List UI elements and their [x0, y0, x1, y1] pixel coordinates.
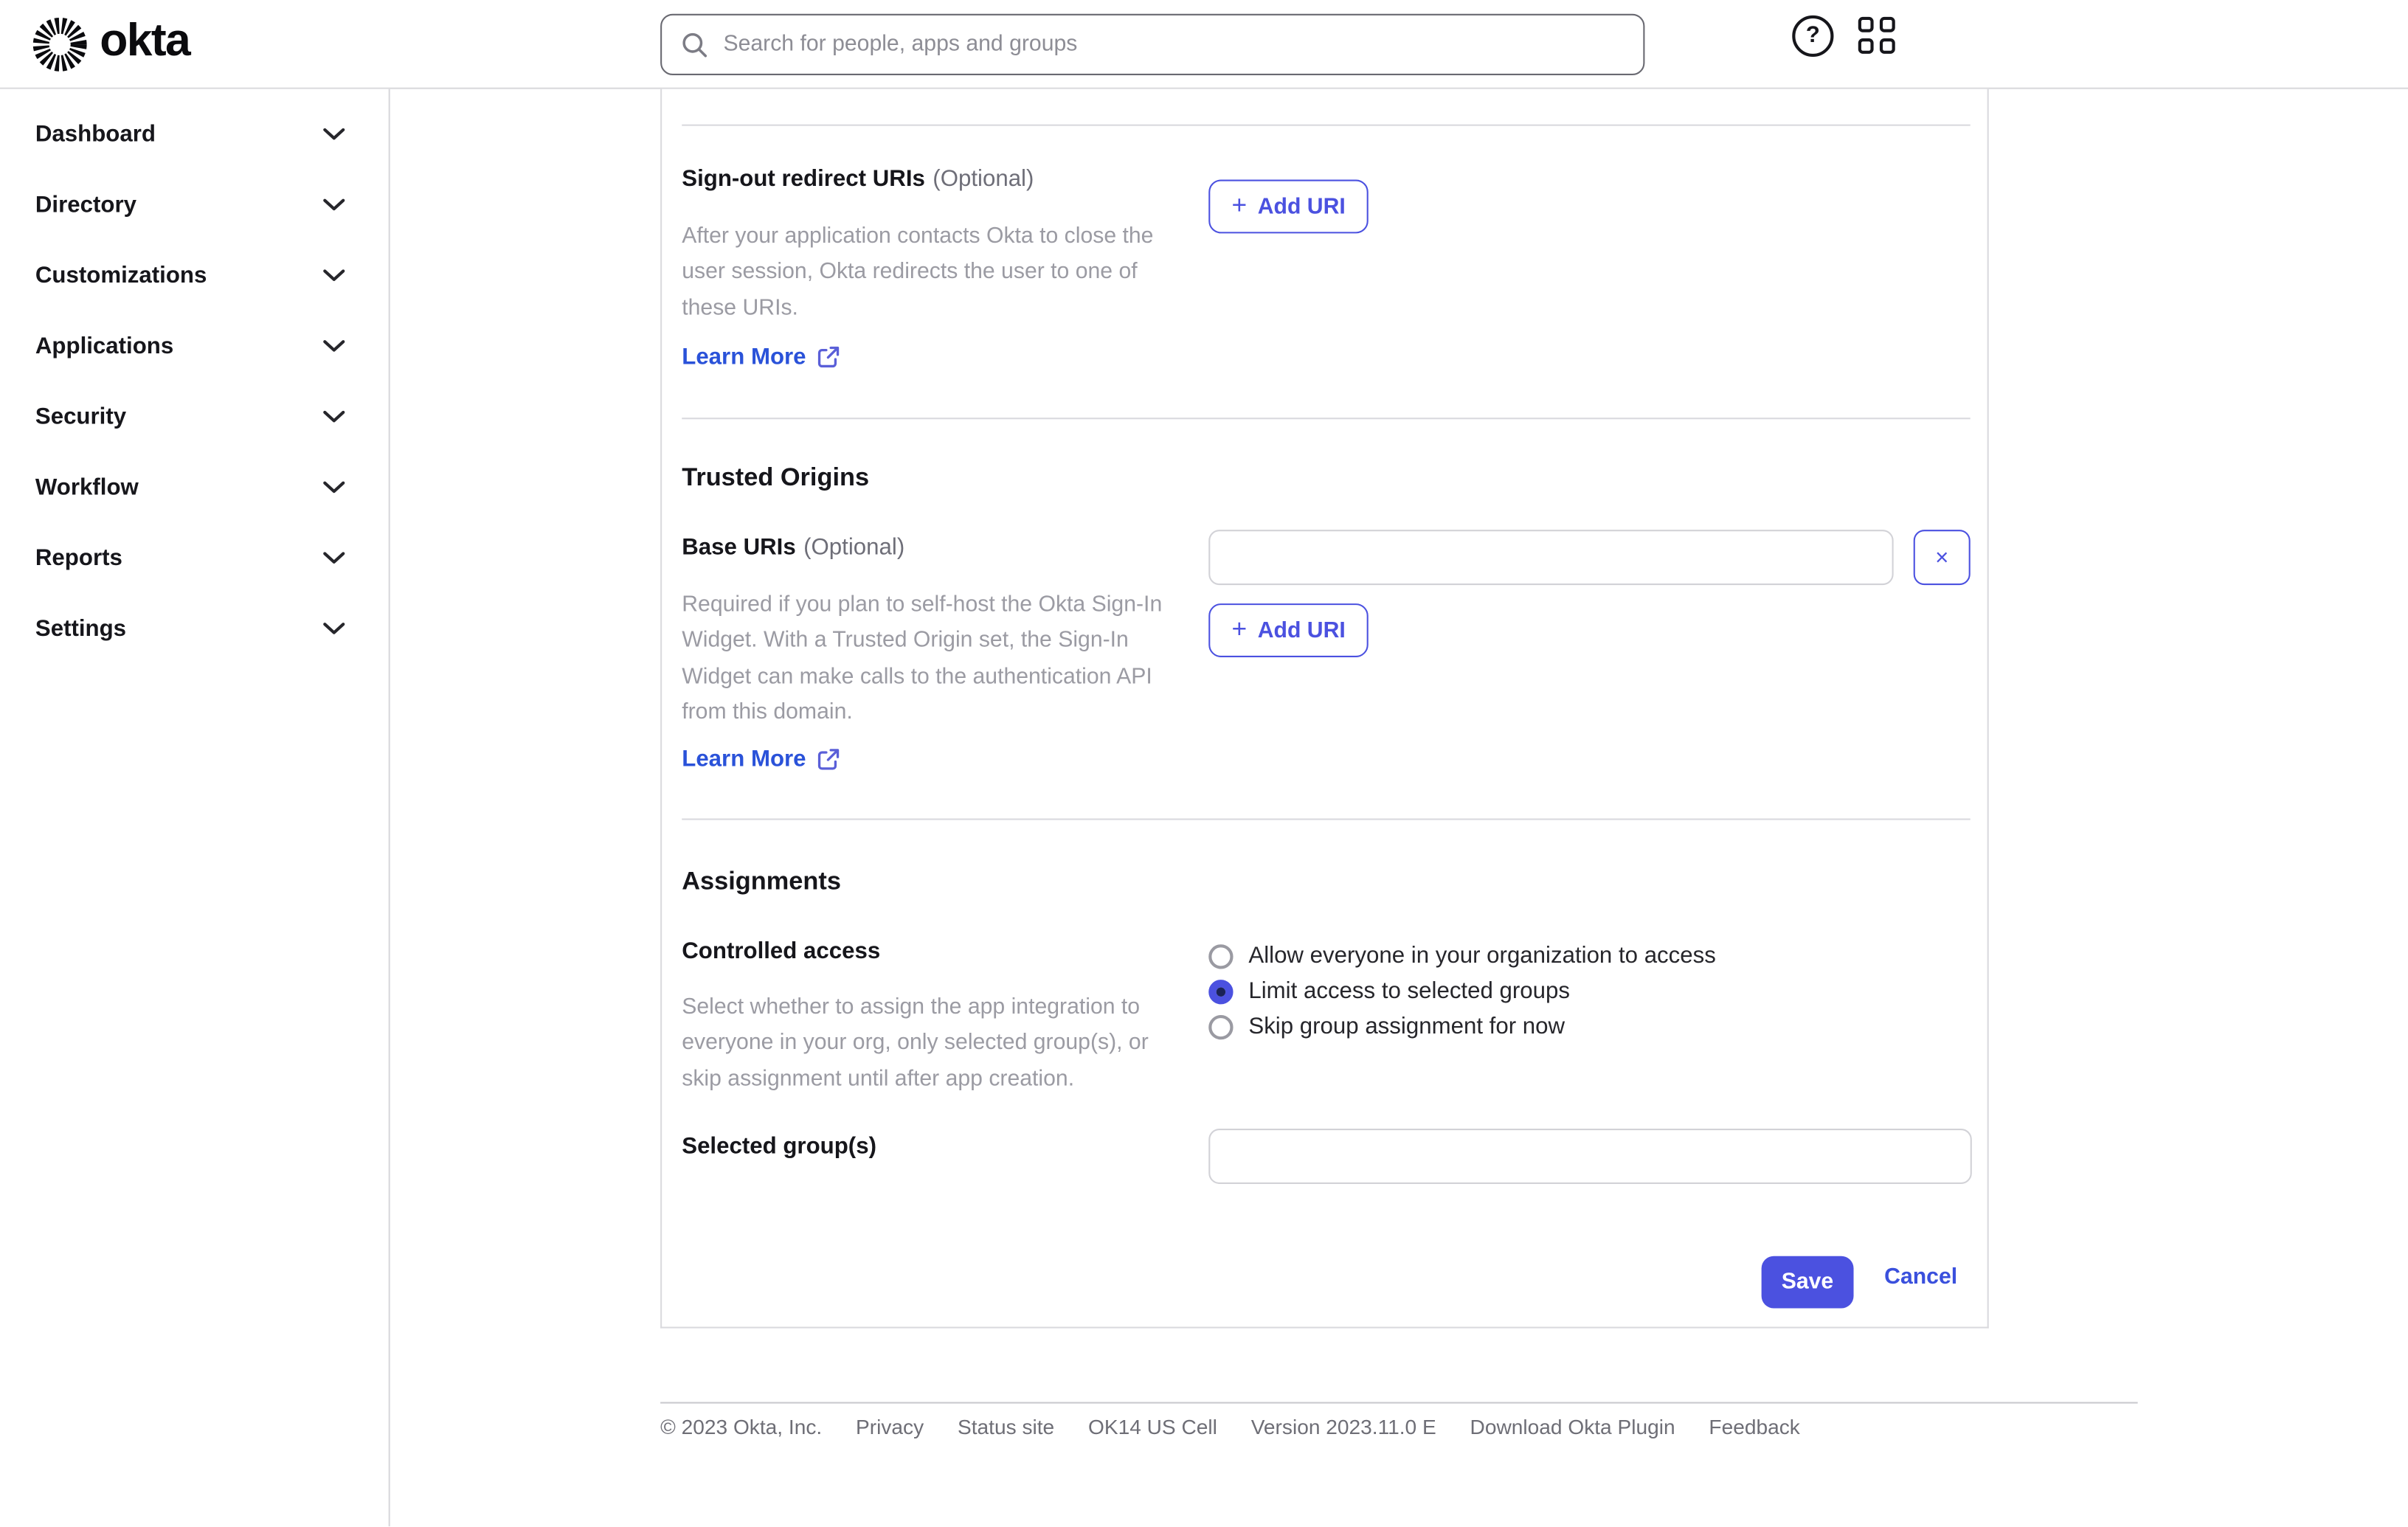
sidebar-item-security[interactable]: Security	[0, 381, 389, 451]
radio-option-allow-everyone[interactable]: Allow everyone in your organization to a…	[1208, 938, 1716, 974]
sidebar-item-label: Reports	[35, 544, 122, 571]
grid-square-icon	[1858, 16, 1874, 32]
copyright-text: © 2023 Okta, Inc.	[660, 1416, 823, 1439]
signout-description: After your application contacts Okta to …	[682, 224, 1154, 321]
radio-label: Allow everyone in your organization to a…	[1248, 943, 1716, 969]
sidebar-nav: Dashboard Directory Customizations Appli…	[0, 89, 390, 1527]
base-uri-input[interactable]	[1208, 530, 1894, 586]
okta-logo[interactable]: okta	[31, 15, 191, 74]
app-settings-panel: Sign-out redirect URIs (Optional) + Add U…	[660, 89, 1989, 1329]
footer-link-status-site[interactable]: Status site	[958, 1416, 1054, 1438]
signout-learn-more-link[interactable]: Learn More	[682, 344, 840, 370]
plus-icon: +	[1231, 190, 1248, 220]
trusted-origins-description: Required if you plan to self-host the Ok…	[682, 592, 1163, 725]
footer-link-feedback[interactable]: Feedback	[1709, 1416, 1799, 1438]
sidebar-item-label: Applications	[35, 332, 174, 359]
external-link-icon	[817, 749, 839, 770]
radio-unselected-icon[interactable]	[1208, 943, 1234, 969]
sidebar-item-directory[interactable]: Directory	[0, 169, 389, 240]
app-switcher-button[interactable]	[1858, 16, 1897, 55]
help-button[interactable]: ?	[1792, 15, 1834, 58]
grid-square-icon	[1858, 38, 1874, 54]
chevron-down-icon	[323, 622, 345, 634]
chevron-down-icon	[323, 480, 345, 493]
grid-square-icon	[1879, 16, 1895, 32]
chevron-down-icon	[323, 269, 345, 280]
okta-sunburst-icon	[32, 17, 87, 72]
save-button[interactable]: Save	[1761, 1256, 1854, 1309]
plus-icon: +	[1231, 614, 1248, 644]
learn-more-text: Learn More	[682, 746, 806, 773]
field-label-text: Sign-out redirect URIs	[682, 165, 925, 193]
radio-label: Skip group assignment for now	[1248, 1013, 1565, 1040]
sidebar-item-workflow[interactable]: Workflow	[0, 451, 389, 522]
radio-option-limit-groups[interactable]: Limit access to selected groups	[1208, 974, 1570, 1009]
search-icon	[682, 32, 707, 57]
add-signout-uri-button[interactable]: + Add URI	[1208, 179, 1369, 234]
footer-link-privacy[interactable]: Privacy	[856, 1416, 924, 1438]
radio-unselected-icon[interactable]	[1208, 1014, 1234, 1039]
footer-divider	[660, 1402, 2138, 1404]
trusted-origins-heading: Trusted Origins	[682, 463, 870, 492]
trusted-origins-learn-more-link[interactable]: Learn More	[682, 747, 840, 772]
base-uris-label: Base URIs (Optional)	[682, 534, 904, 560]
section-divider	[682, 418, 1971, 420]
external-link-icon	[817, 346, 839, 368]
selected-groups-input[interactable]	[1208, 1129, 1972, 1184]
optional-tag: (Optional)	[933, 165, 1034, 193]
radio-selected-icon[interactable]	[1208, 979, 1234, 1004]
footer-cell-text: OK14 US Cell	[1087, 1416, 1217, 1439]
question-mark-icon: ?	[1805, 22, 1820, 49]
field-label-text: Selected group(s)	[682, 1133, 876, 1160]
remove-base-uri-button[interactable]: ×	[1913, 530, 1971, 586]
global-search[interactable]	[660, 13, 1645, 75]
section-divider	[682, 124, 1971, 126]
grid-square-icon	[1879, 38, 1895, 54]
cancel-button[interactable]: Cancel	[1884, 1265, 1957, 1289]
field-label-text: Base URIs	[682, 534, 796, 561]
footer: © 2023 Okta, Inc. Privacy Status site OK…	[660, 1416, 1800, 1438]
okta-wordmark: okta	[100, 15, 190, 66]
sidebar-item-label: Dashboard	[35, 120, 156, 147]
optional-tag: (Optional)	[803, 534, 905, 561]
section-divider	[682, 818, 1971, 820]
sidebar-item-label: Customizations	[35, 261, 207, 288]
chevron-down-icon	[323, 339, 345, 351]
radio-option-skip-assignment[interactable]: Skip group assignment for now	[1208, 1009, 1565, 1045]
signout-redirect-uris-label: Sign-out redirect URIs (Optional)	[682, 166, 1034, 192]
controlled-access-description: Select whether to assign the app integra…	[682, 994, 1149, 1092]
sidebar-item-settings[interactable]: Settings	[0, 593, 389, 664]
selected-groups-label: Selected group(s)	[682, 1133, 876, 1159]
footer-version-text: Version 2023.11.0 E	[1250, 1416, 1436, 1439]
sidebar-item-label: Workflow	[35, 474, 139, 500]
close-icon: ×	[1935, 544, 1949, 571]
assignments-heading: Assignments	[682, 868, 841, 896]
chevron-down-icon	[323, 409, 345, 422]
learn-more-text: Learn More	[682, 344, 806, 370]
sidebar-item-label: Settings	[35, 614, 127, 642]
footer-link-download-plugin[interactable]: Download Okta Plugin	[1470, 1416, 1675, 1438]
sidebar-item-reports[interactable]: Reports	[0, 522, 389, 593]
chevron-down-icon	[323, 198, 345, 210]
add-base-uri-button[interactable]: + Add URI	[1208, 603, 1369, 657]
radio-label: Limit access to selected groups	[1248, 978, 1571, 1005]
sidebar-item-dashboard[interactable]: Dashboard	[0, 98, 389, 169]
chevron-down-icon	[323, 127, 345, 139]
field-label-text: Controlled access	[682, 938, 881, 965]
chevron-down-icon	[323, 551, 345, 563]
add-uri-label: Add URI	[1257, 194, 1346, 219]
sidebar-item-applications[interactable]: Applications	[0, 310, 389, 381]
search-input[interactable]	[723, 32, 1625, 58]
sidebar-item-label: Security	[35, 403, 127, 429]
top-header: okta ?	[0, 0, 2408, 89]
sidebar-item-customizations[interactable]: Customizations	[0, 240, 389, 311]
controlled-access-label: Controlled access	[682, 938, 880, 964]
add-uri-label: Add URI	[1257, 617, 1346, 643]
sidebar-item-label: Directory	[35, 191, 136, 218]
